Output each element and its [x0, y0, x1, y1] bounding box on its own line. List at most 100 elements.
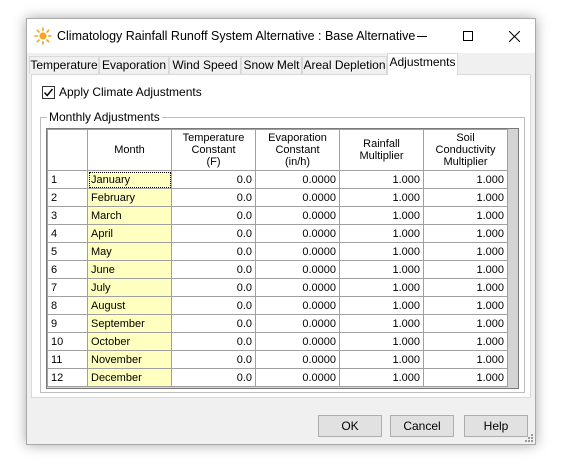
- evaporation-cell[interactable]: 0.0000: [255, 242, 340, 261]
- soil-cell[interactable]: 1.000: [423, 314, 508, 333]
- header-evaporation-line3: (in/h): [284, 156, 311, 168]
- evaporation-cell[interactable]: 0.0000: [255, 332, 340, 351]
- rainfall-cell[interactable]: 1.000: [339, 242, 424, 261]
- rainfall-cell[interactable]: 1.000: [339, 260, 424, 279]
- rainfall-cell[interactable]: 1.000: [339, 170, 424, 189]
- maximize-button[interactable]: [445, 19, 491, 53]
- apply-checkbox[interactable]: [42, 85, 55, 99]
- rainfall-cell[interactable]: 1.000: [339, 224, 424, 243]
- tab-temperature[interactable]: Temperature: [29, 56, 99, 74]
- tab-adjustments[interactable]: Adjustments: [387, 53, 458, 75]
- table-row[interactable]: 8 August 0.0 0.0000 1.000 1.000: [47, 296, 508, 315]
- soil-cell[interactable]: 1.000: [423, 260, 508, 279]
- temperature-cell[interactable]: 0.0: [171, 224, 256, 243]
- table-row[interactable]: 2 February 0.0 0.0000 1.000 1.000: [47, 188, 508, 207]
- table-row[interactable]: 4 April 0.0 0.0000 1.000 1.000: [47, 224, 508, 243]
- temperature-cell[interactable]: 0.0: [171, 296, 256, 315]
- rainfall-cell[interactable]: 1.000: [339, 314, 424, 333]
- temperature-cell[interactable]: 0.0: [171, 278, 256, 297]
- tab-areal-depletion[interactable]: Areal Depletion: [302, 56, 387, 74]
- header-evaporation[interactable]: Evaporation Constant (in/h): [255, 129, 340, 171]
- temperature-cell[interactable]: 0.0: [171, 260, 256, 279]
- soil-cell[interactable]: 1.000: [423, 296, 508, 315]
- month-cell[interactable]: June: [87, 260, 172, 279]
- header-soil[interactable]: Soil Conductivity Multiplier: [423, 129, 508, 171]
- apply-climate-adjustments[interactable]: Apply Climate Adjustments: [42, 85, 202, 99]
- rainfall-cell[interactable]: 1.000: [339, 206, 424, 225]
- rainfall-cell[interactable]: 1.000: [339, 332, 424, 351]
- month-cell[interactable]: September: [87, 314, 172, 333]
- temperature-cell[interactable]: 0.0: [171, 350, 256, 369]
- soil-cell[interactable]: 1.000: [423, 206, 508, 225]
- adjustments-grid[interactable]: Month Temperature Constant (F) Evaporati…: [46, 128, 519, 389]
- month-cell[interactable]: May: [87, 242, 172, 261]
- temperature-cell[interactable]: 0.0: [171, 206, 256, 225]
- evaporation-cell[interactable]: 0.0000: [255, 314, 340, 333]
- month-cell[interactable]: November: [87, 350, 172, 369]
- table-row[interactable]: 11 November 0.0 0.0000 1.000 1.000: [47, 350, 508, 369]
- temperature-cell[interactable]: 0.0: [171, 188, 256, 207]
- month-cell[interactable]: March: [87, 206, 172, 225]
- header-evaporation-line1: Evaporation: [268, 132, 327, 144]
- table-row[interactable]: 6 June 0.0 0.0000 1.000 1.000: [47, 260, 508, 279]
- month-cell[interactable]: April: [87, 224, 172, 243]
- table-row[interactable]: 12 December 0.0 0.0000 1.000 1.000: [47, 368, 508, 387]
- tab-evaporation[interactable]: Evaporation: [99, 56, 169, 74]
- month-cell[interactable]: January: [87, 170, 172, 189]
- soil-cell[interactable]: 1.000: [423, 188, 508, 207]
- soil-cell[interactable]: 1.000: [423, 368, 508, 387]
- header-month[interactable]: Month: [87, 129, 172, 171]
- evaporation-cell[interactable]: 0.0000: [255, 350, 340, 369]
- title-bar[interactable]: Climatology Rainfall Runoff System Alter…: [27, 19, 535, 53]
- temperature-cell[interactable]: 0.0: [171, 314, 256, 333]
- rainfall-cell[interactable]: 1.000: [339, 350, 424, 369]
- cancel-button[interactable]: Cancel: [390, 415, 454, 437]
- month-cell[interactable]: July: [87, 278, 172, 297]
- evaporation-cell[interactable]: 0.0000: [255, 296, 340, 315]
- rainfall-cell[interactable]: 1.000: [339, 278, 424, 297]
- table-row[interactable]: 7 July 0.0 0.0000 1.000 1.000: [47, 278, 508, 297]
- ok-button[interactable]: OK: [318, 415, 382, 437]
- table-row[interactable]: 10 October 0.0 0.0000 1.000 1.000: [47, 332, 508, 351]
- header-rainfall[interactable]: Rainfall Multiplier: [339, 129, 424, 171]
- evaporation-cell[interactable]: 0.0000: [255, 170, 340, 189]
- maximize-icon: [463, 31, 473, 41]
- evaporation-cell[interactable]: 0.0000: [255, 260, 340, 279]
- month-cell[interactable]: December: [87, 368, 172, 387]
- soil-cell[interactable]: 1.000: [423, 332, 508, 351]
- rainfall-cell[interactable]: 1.000: [339, 296, 424, 315]
- adjustments-panel: Apply Climate Adjustments Monthly Adjust…: [31, 74, 531, 398]
- row-index: 12: [47, 368, 88, 387]
- soil-cell[interactable]: 1.000: [423, 224, 508, 243]
- header-rainfall-line2: Multiplier: [359, 150, 404, 162]
- evaporation-cell[interactable]: 0.0000: [255, 206, 340, 225]
- soil-cell[interactable]: 1.000: [423, 278, 508, 297]
- month-cell[interactable]: August: [87, 296, 172, 315]
- rainfall-cell[interactable]: 1.000: [339, 368, 424, 387]
- resize-grip-icon[interactable]: [523, 432, 533, 442]
- table-row[interactable]: 9 September 0.0 0.0000 1.000 1.000: [47, 314, 508, 333]
- temperature-cell[interactable]: 0.0: [171, 332, 256, 351]
- table-row[interactable]: 3 March 0.0 0.0000 1.000 1.000: [47, 206, 508, 225]
- temperature-cell[interactable]: 0.0: [171, 170, 256, 189]
- month-cell[interactable]: October: [87, 332, 172, 351]
- close-button[interactable]: [491, 19, 537, 53]
- temperature-cell[interactable]: 0.0: [171, 242, 256, 261]
- temperature-cell[interactable]: 0.0: [171, 368, 256, 387]
- header-temperature[interactable]: Temperature Constant (F): [171, 129, 256, 171]
- soil-cell[interactable]: 1.000: [423, 242, 508, 261]
- table-row[interactable]: 1 January 0.0 0.0000 1.000 1.000: [47, 170, 508, 189]
- month-cell[interactable]: February: [87, 188, 172, 207]
- tab-snow-melt[interactable]: Snow Melt: [241, 56, 302, 74]
- evaporation-cell[interactable]: 0.0000: [255, 368, 340, 387]
- table-row[interactable]: 5 May 0.0 0.0000 1.000 1.000: [47, 242, 508, 261]
- tab-wind-speed[interactable]: Wind Speed: [169, 56, 241, 74]
- help-button[interactable]: Help: [464, 415, 528, 437]
- evaporation-cell[interactable]: 0.0000: [255, 224, 340, 243]
- evaporation-cell[interactable]: 0.0000: [255, 278, 340, 297]
- evaporation-cell[interactable]: 0.0000: [255, 188, 340, 207]
- soil-cell[interactable]: 1.000: [423, 350, 508, 369]
- soil-cell[interactable]: 1.000: [423, 170, 508, 189]
- rainfall-cell[interactable]: 1.000: [339, 188, 424, 207]
- minimize-button[interactable]: [399, 19, 445, 53]
